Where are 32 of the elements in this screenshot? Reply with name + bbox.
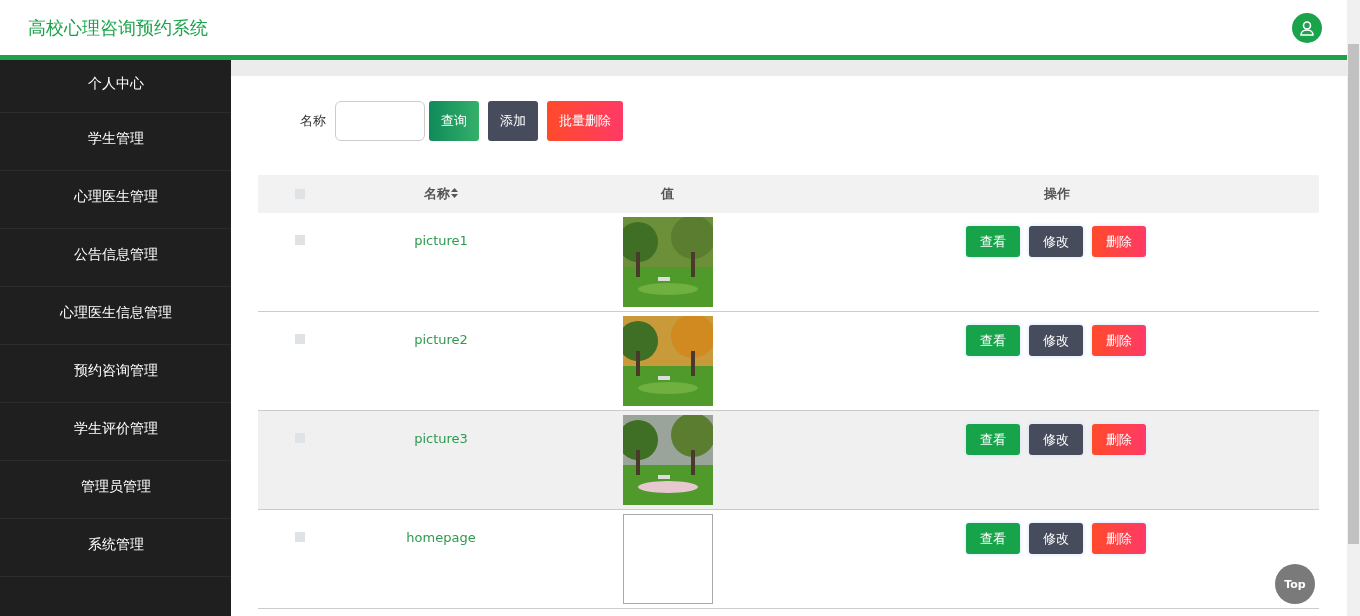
column-header[interactable]: 名称: [424, 185, 458, 203]
sidebar-item[interactable]: 心理医生信息管理: [59, 303, 172, 322]
sidebar-item[interactable]: 学生管理: [87, 129, 144, 148]
column-header: 值: [661, 185, 674, 203]
row-checkbox[interactable]: [295, 334, 305, 344]
sort-icon[interactable]: [451, 188, 458, 198]
edit-button[interactable]: 修改: [1029, 523, 1083, 554]
row-checkbox[interactable]: [295, 235, 305, 245]
name-cell: homepage: [406, 530, 476, 545]
name-input[interactable]: [335, 101, 425, 141]
user-icon[interactable]: [1292, 12, 1322, 43]
name-label: 名称: [300, 112, 326, 130]
broken-image-icon: [622, 514, 713, 604]
sidebar-item[interactable]: 公告信息管理: [73, 245, 158, 264]
name-cell: picture1: [414, 233, 468, 248]
sidebar-item[interactable]: 学生评价管理: [73, 419, 158, 438]
sidebar-item[interactable]: 个人中心: [87, 74, 144, 93]
name-cell: picture3: [414, 431, 468, 446]
app-title: 高校心理咨询预约系统: [28, 15, 208, 40]
row-checkbox[interactable]: [295, 532, 305, 542]
scrollbar[interactable]: [1347, 0, 1360, 616]
sidebar-item[interactable]: 管理员管理: [80, 477, 151, 496]
edit-button[interactable]: 修改: [1029, 424, 1083, 455]
name-cell: picture2: [414, 332, 468, 347]
edit-button[interactable]: 修改: [1029, 325, 1083, 356]
sidebar-item[interactable]: 系统管理: [87, 535, 144, 554]
query-button[interactable]: 查询: [429, 101, 479, 141]
edit-button[interactable]: 修改: [1029, 226, 1083, 257]
column-header: 操作: [1044, 185, 1070, 203]
add-button[interactable]: 添加: [488, 101, 538, 141]
sidebar-item[interactable]: 心理医生管理: [73, 187, 158, 206]
sidebar-item[interactable]: 预约咨询管理: [73, 361, 158, 380]
